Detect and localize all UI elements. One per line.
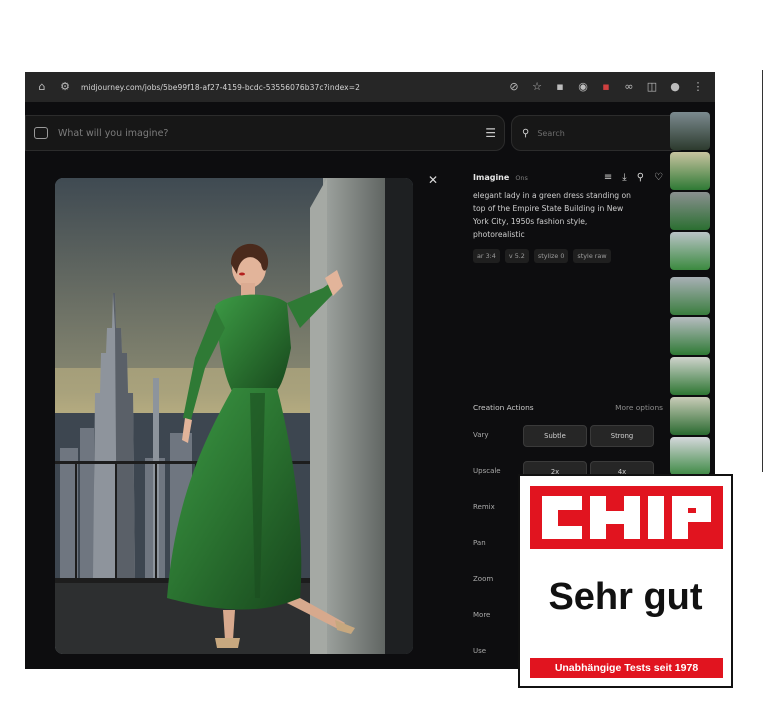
param-chip[interactable]: ar 3:4 bbox=[473, 249, 500, 263]
generated-image-artwork bbox=[55, 178, 413, 654]
browser-toolbar-icons: ⊘ ☆ ▪ ◉ ▪ ∞ ◫ ● ⋮ bbox=[507, 80, 705, 94]
thumbnail[interactable] bbox=[670, 397, 710, 435]
heart-icon[interactable]: ♡ bbox=[654, 172, 663, 183]
creation-actions: Creation Actions More options Vary Subtl… bbox=[473, 403, 663, 655]
url-text[interactable]: midjourney.com/jobs/5be99f18-af27-4159-b… bbox=[81, 83, 498, 92]
profile-icon[interactable]: ● bbox=[668, 80, 682, 94]
prompt-text[interactable]: elegant lady in a green dress standing o… bbox=[473, 189, 638, 241]
panel-title: Imagine bbox=[473, 173, 510, 182]
site-settings-icon[interactable]: ⚙ bbox=[58, 80, 72, 94]
page: ⌂ ⚙ midjourney.com/jobs/5be99f18-af27-41… bbox=[0, 0, 763, 711]
download-icon[interactable]: ⤓ bbox=[622, 172, 626, 183]
thumbnail[interactable] bbox=[670, 192, 710, 230]
thumbnail[interactable] bbox=[670, 112, 710, 150]
thumbnail[interactable] bbox=[670, 437, 710, 475]
image-icon[interactable] bbox=[34, 127, 48, 139]
menu-icon[interactable]: ⋮ bbox=[691, 80, 705, 94]
badge-footer: Unabhängige Tests seit 1978 bbox=[530, 658, 723, 678]
panel-tools: ≡ ⤓ ⚲ ♡ bbox=[604, 172, 663, 183]
generated-image[interactable] bbox=[55, 178, 413, 654]
use-label: Use bbox=[473, 647, 487, 655]
panel-subtitle: Ons bbox=[515, 173, 528, 182]
hide-icon[interactable]: ⊘ bbox=[507, 80, 521, 94]
vary-subtle-button[interactable]: Subtle bbox=[523, 425, 587, 447]
zoom-label: Zoom bbox=[473, 575, 494, 583]
puzzle-icon[interactable]: ◫ bbox=[645, 80, 659, 94]
pan-label: Pan bbox=[473, 539, 486, 547]
extension-icon[interactable]: ▪ bbox=[553, 80, 567, 94]
imagine-placeholder[interactable]: What will you imagine? bbox=[58, 128, 475, 139]
address-bar: ⌂ ⚙ midjourney.com/jobs/5be99f18-af27-41… bbox=[25, 72, 715, 102]
chip-logo-mark bbox=[530, 486, 723, 549]
thumbnail[interactable] bbox=[670, 152, 710, 190]
param-chip[interactable]: stylize 0 bbox=[533, 249, 569, 263]
vary-label: Vary bbox=[473, 431, 489, 439]
creation-actions-title: Creation Actions bbox=[473, 403, 534, 412]
more-label: More bbox=[473, 611, 491, 619]
list-icon[interactable]: ≡ bbox=[604, 172, 612, 183]
close-icon[interactable]: ✕ bbox=[428, 173, 438, 187]
home-icon[interactable]: ⌂ bbox=[35, 80, 49, 94]
star-icon[interactable]: ☆ bbox=[530, 80, 544, 94]
chip-logo bbox=[530, 486, 723, 549]
thumbnail[interactable] bbox=[670, 232, 710, 270]
job-details-panel: Imagine Ons ≡ ⤓ ⚲ ♡ elegant lady in a gr… bbox=[473, 172, 663, 263]
thumbnail[interactable] bbox=[670, 317, 710, 355]
rating-text: Sehr gut bbox=[548, 576, 703, 618]
parameter-chips: ar 3:4 v 5.2 stylize 0 style raw bbox=[473, 249, 663, 263]
chip-award-badge: Sehr gut Unabhängige Tests seit 1978 bbox=[518, 474, 733, 688]
search-placeholder[interactable]: Search bbox=[537, 129, 564, 138]
search-input[interactable]: ⚲ Search bbox=[511, 115, 687, 151]
param-chip[interactable]: v 5.2 bbox=[504, 249, 529, 263]
glasses-icon[interactable]: ∞ bbox=[622, 80, 636, 94]
param-chip[interactable]: style raw bbox=[573, 249, 611, 263]
vary-strong-button[interactable]: Strong bbox=[590, 425, 654, 447]
extension-red-icon[interactable]: ▪ bbox=[599, 80, 613, 94]
more-options-link[interactable]: More options bbox=[615, 403, 663, 412]
google-icon[interactable]: ◉ bbox=[576, 80, 590, 94]
settings-sliders-icon[interactable]: ☰ bbox=[485, 126, 496, 140]
thumbnail[interactable] bbox=[670, 357, 710, 395]
search-icon: ⚲ bbox=[522, 127, 530, 139]
search-similar-icon[interactable]: ⚲ bbox=[637, 172, 644, 183]
upscale-label: Upscale bbox=[473, 467, 501, 475]
creation-actions-header: Creation Actions More options bbox=[473, 403, 663, 412]
imagine-input-bar[interactable]: What will you imagine? ☰ bbox=[25, 115, 505, 151]
panel-header: Imagine Ons ≡ ⤓ ⚲ ♡ bbox=[473, 172, 663, 183]
remix-label: Remix bbox=[473, 503, 495, 511]
thumbnail[interactable] bbox=[670, 277, 710, 315]
